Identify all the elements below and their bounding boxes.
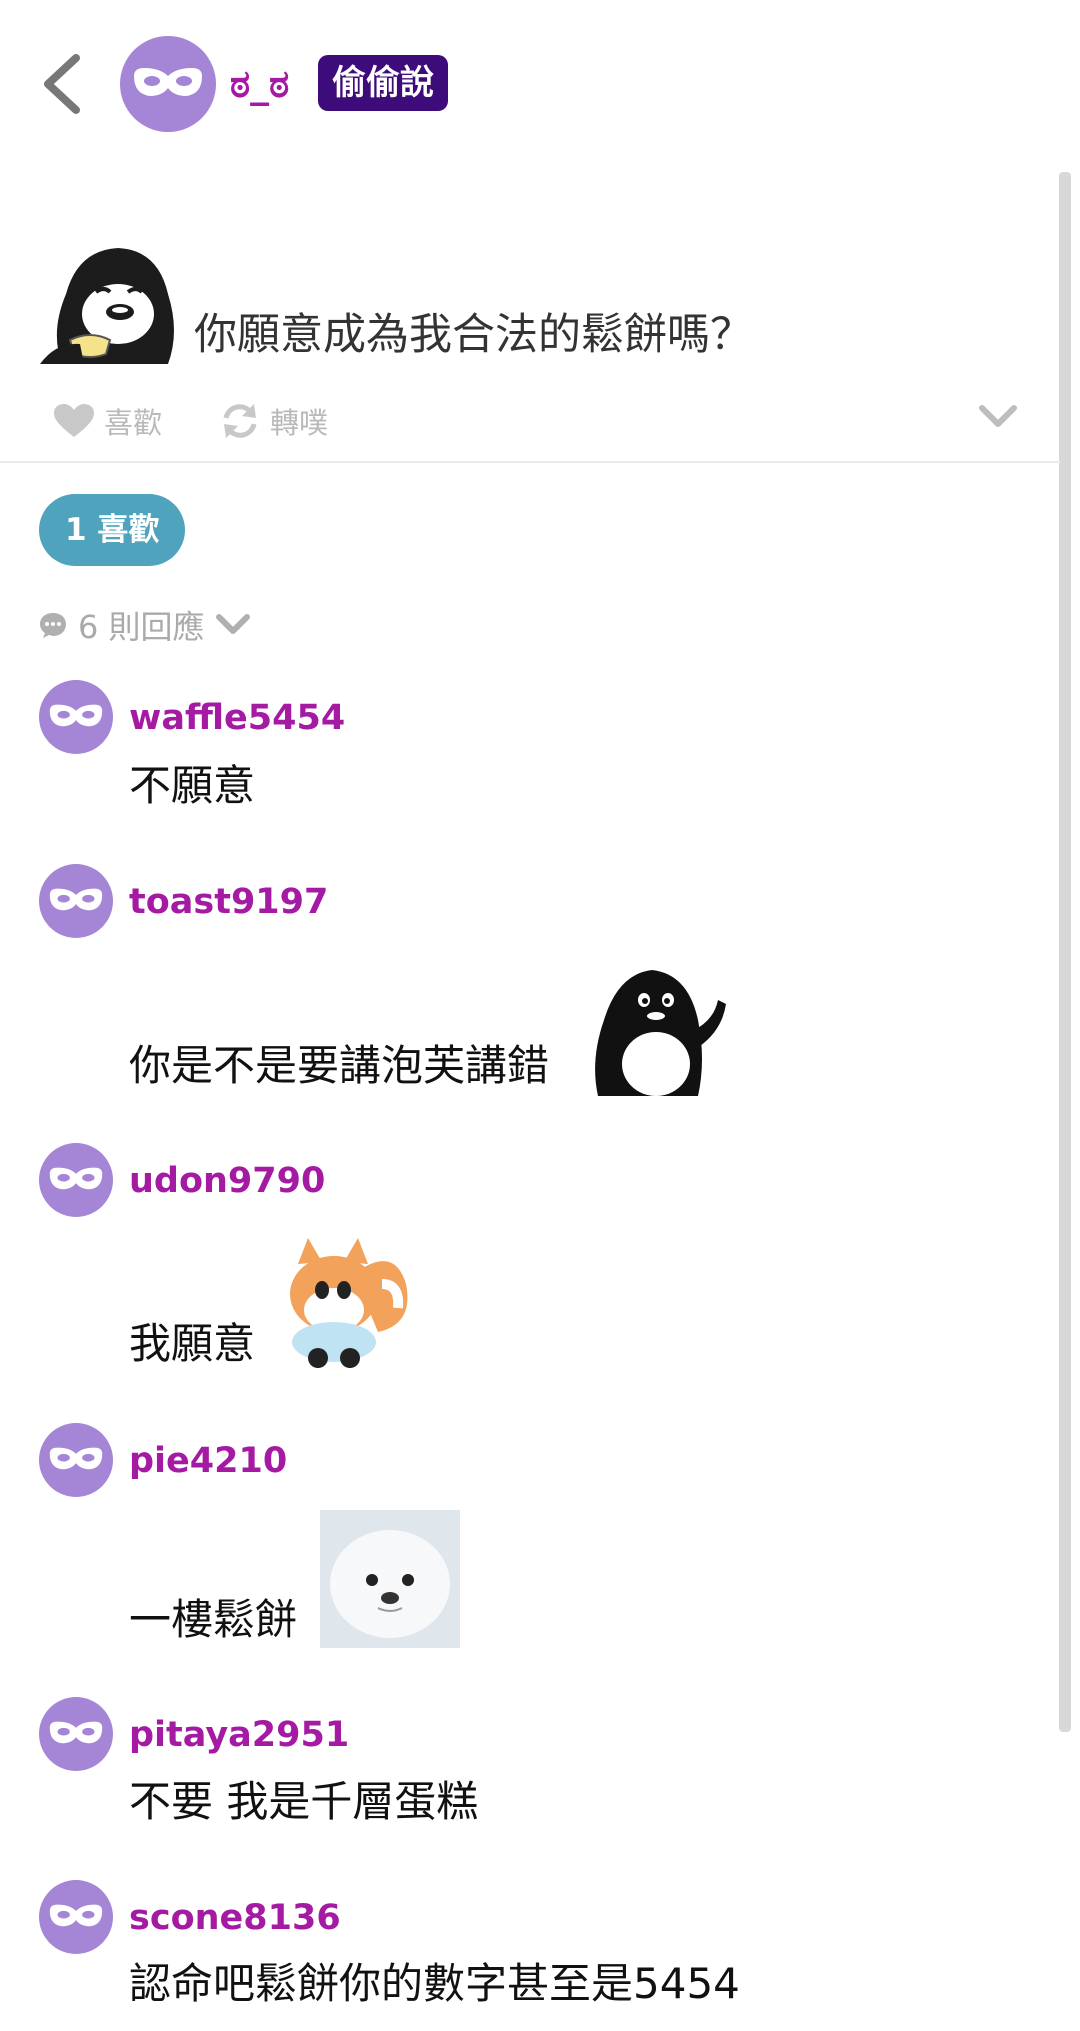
comment-username[interactable]: scone8136 — [129, 1895, 341, 1941]
chevron-left-icon — [44, 54, 80, 114]
post-text: 你願意成為我合法的鬆餅嗎？ — [194, 310, 753, 360]
comment-bubble-icon — [40, 613, 66, 638]
comment-username[interactable]: udon9790 — [129, 1158, 325, 1204]
comment-text: 不要 我是千層蛋糕 — [129, 1777, 479, 1826]
comment-text: 認命吧鬆餅你的數字甚至是5454 — [129, 1959, 740, 2008]
mask-icon — [49, 1447, 103, 1470]
scrollbar[interactable] — [1059, 172, 1071, 1732]
repost-button[interactable]: 轉噗 — [220, 396, 328, 446]
like-button[interactable]: 喜歡 — [54, 396, 162, 446]
anonymous-badge: 偷偷說 — [318, 55, 448, 111]
comment-avatar[interactable] — [39, 680, 113, 754]
reply-count-label: 6 則回應 — [78, 608, 205, 646]
like-label: 喜歡 — [104, 406, 163, 440]
author-avatar[interactable] — [120, 36, 216, 132]
back-button[interactable] — [36, 52, 92, 116]
fox-sticker — [274, 1234, 414, 1370]
reply-count-toggle[interactable]: 6 則回應 — [38, 602, 251, 648]
mask-icon — [49, 888, 103, 911]
comment-username[interactable]: toast9197 — [129, 879, 328, 925]
like-count-pill[interactable]: 1 喜歡 — [39, 494, 186, 566]
divider — [0, 461, 1060, 463]
more-options-button[interactable] — [978, 402, 1018, 432]
comment-avatar[interactable] — [39, 864, 113, 938]
mask-icon — [134, 68, 202, 96]
refresh-icon — [223, 404, 257, 438]
mask-icon — [49, 1167, 103, 1190]
mask-icon — [49, 704, 103, 727]
penguin-tea-sticker — [40, 232, 180, 364]
comment-text: 不願意 — [129, 761, 256, 810]
heart-icon — [54, 404, 94, 437]
comment-text: 我願意 — [129, 1319, 256, 1368]
comment-avatar[interactable] — [39, 1697, 113, 1771]
seal-photo — [320, 1510, 460, 1648]
mask-icon — [49, 1721, 103, 1744]
author-name[interactable]: ಠ_ಠ — [230, 58, 289, 110]
comment-avatar[interactable] — [39, 1423, 113, 1497]
mask-icon — [49, 1904, 103, 1927]
comment-text: 一樓鬆餅 — [129, 1595, 298, 1644]
comment-username[interactable]: pie4210 — [129, 1438, 287, 1484]
chevron-down-icon — [979, 405, 1017, 427]
comment-avatar[interactable] — [39, 1880, 113, 1954]
comment-text: 你是不是要講泡芙講錯 — [129, 1041, 550, 1090]
plurk-thread-page: ಠ_ಠ 偷偷說 你願意成為我合法的鬆餅嗎？ 喜歡 轉噗 1 喜歡 6 則回應 w… — [0, 0, 1080, 2031]
repost-label: 轉噗 — [270, 406, 329, 440]
comment-username[interactable]: pitaya2951 — [129, 1712, 349, 1758]
comment-avatar[interactable] — [39, 1143, 113, 1217]
chevron-down-icon — [215, 614, 250, 634]
penguin-sticker — [590, 960, 730, 1096]
comment-username[interactable]: waffle5454 — [129, 695, 345, 741]
